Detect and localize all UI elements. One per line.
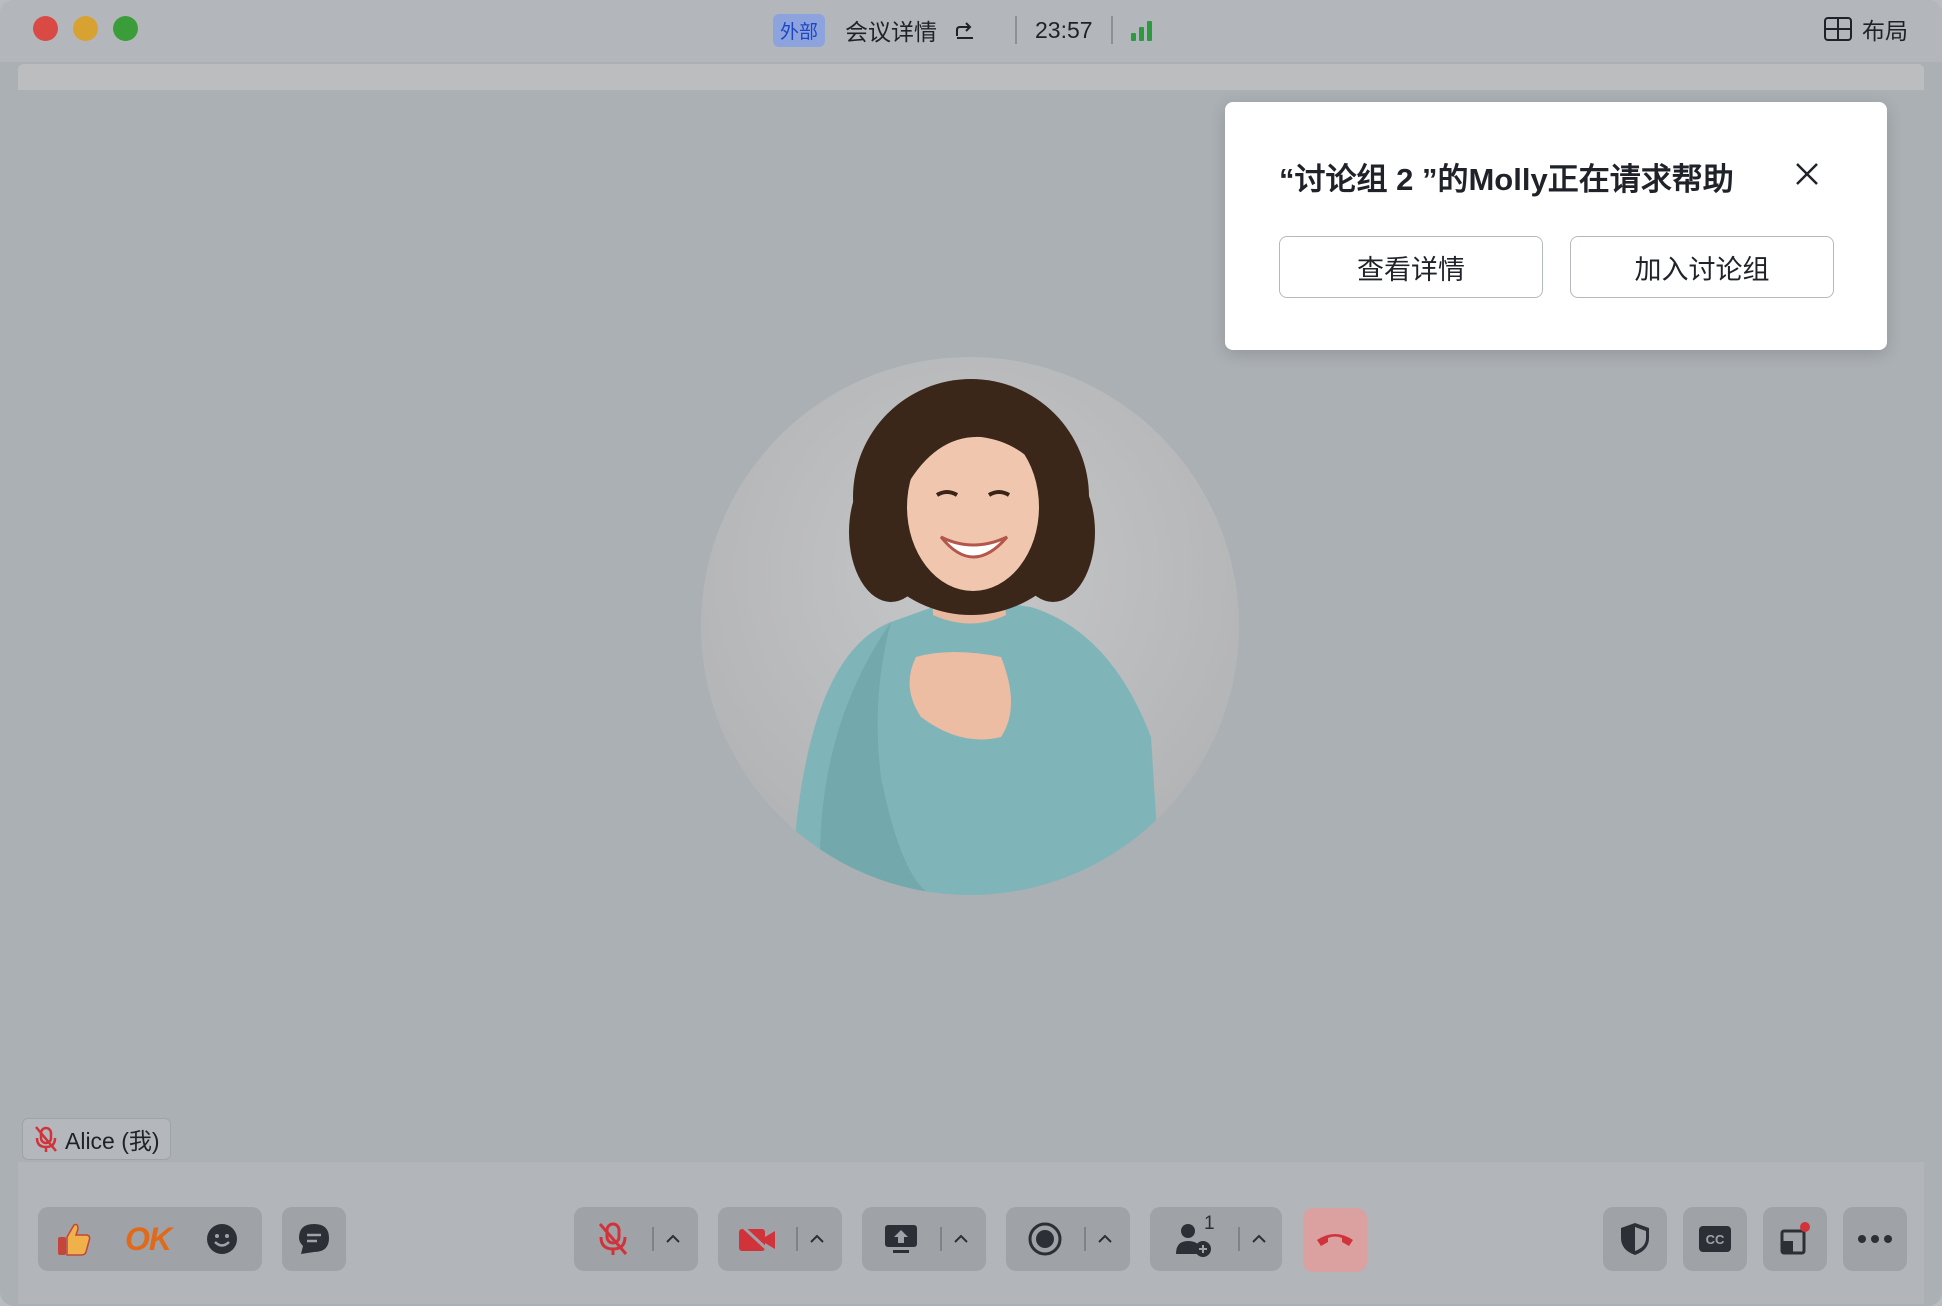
chevron-up-icon — [1098, 1234, 1112, 1243]
emoji-icon — [207, 1224, 237, 1254]
chat-group — [282, 1207, 346, 1271]
meeting-timer: 23:57 — [1035, 16, 1093, 43]
top-strip — [18, 64, 1924, 90]
participants-group: 1 — [1150, 1207, 1282, 1271]
window-layout-button[interactable] — [1763, 1207, 1827, 1271]
share-screen-icon — [885, 1225, 917, 1253]
emoji-button[interactable] — [186, 1207, 258, 1271]
hang-up-button[interactable] — [1303, 1208, 1367, 1272]
meeting-details-link[interactable]: 会议详情 — [845, 13, 937, 47]
captions-button[interactable]: CC — [1683, 1207, 1747, 1271]
minimize-window-button[interactable] — [73, 16, 98, 41]
chevron-up-icon — [1252, 1234, 1266, 1243]
chevron-up-icon — [810, 1234, 824, 1243]
thumbs-up-button[interactable] — [38, 1207, 110, 1271]
record-group — [1006, 1207, 1130, 1271]
participant-avatar — [701, 357, 1239, 895]
mic-group — [574, 1207, 698, 1271]
layout-button[interactable]: 布局 — [1824, 12, 1908, 46]
mute-toggle-button[interactable] — [574, 1207, 652, 1271]
participants-button[interactable]: 1 — [1150, 1207, 1238, 1271]
close-icon[interactable] — [1793, 160, 1821, 188]
camera-off-icon — [739, 1223, 775, 1255]
svg-text:CC: CC — [1706, 1232, 1725, 1247]
meeting-info: 外部 会议详情 23:57 — [773, 12, 1152, 48]
help-request-popup: “讨论组 2 ”的Molly正在请求帮助 查看详情 加入讨论组 — [1225, 102, 1887, 350]
camera-toggle-button[interactable] — [718, 1207, 796, 1271]
record-icon — [1028, 1222, 1062, 1256]
camera-options-button[interactable] — [796, 1207, 838, 1271]
captions-icon: CC — [1699, 1226, 1731, 1252]
layout-window-icon — [1780, 1222, 1810, 1255]
layout-label: 布局 — [1862, 18, 1908, 44]
title-bar: 外部 会议详情 23:57 布局 — [0, 0, 1942, 62]
divider — [1015, 16, 1018, 44]
view-details-button[interactable]: 查看详情 — [1279, 236, 1543, 298]
zoom-window-button[interactable] — [113, 16, 138, 41]
mic-muted-icon — [35, 1126, 57, 1152]
divider — [1110, 16, 1113, 44]
ok-reaction-button[interactable]: OK — [110, 1207, 186, 1271]
participant-name: Alice (我) — [65, 1128, 160, 1154]
ok-icon: OK — [125, 1220, 172, 1257]
join-group-button[interactable]: 加入讨论组 — [1570, 236, 1834, 298]
external-tag: 外部 — [773, 13, 826, 47]
chevron-up-icon — [666, 1234, 680, 1243]
camera-group — [718, 1207, 842, 1271]
more-icon — [1858, 1235, 1892, 1243]
record-options-button[interactable] — [1084, 1207, 1126, 1271]
mic-options-button[interactable] — [652, 1207, 694, 1271]
participant-count: 1 — [1204, 1213, 1215, 1234]
thumbs-up-icon — [58, 1223, 91, 1256]
close-window-button[interactable] — [33, 16, 58, 41]
chat-icon — [299, 1224, 329, 1254]
layout-grid-icon — [1824, 17, 1852, 41]
avatar-portrait — [791, 379, 1161, 895]
security-button[interactable] — [1603, 1207, 1667, 1271]
chevron-up-icon — [954, 1234, 968, 1243]
share-options-button[interactable] — [940, 1207, 982, 1271]
meeting-window: 外部 会议详情 23:57 布局 Alice (我) “讨论组 2 ”的Moll… — [0, 0, 1942, 1306]
help-request-message: “讨论组 2 ”的Molly正在请求帮助 — [1279, 162, 1734, 197]
record-button[interactable] — [1006, 1207, 1084, 1271]
participants-options-button[interactable] — [1238, 1207, 1280, 1271]
chat-button[interactable] — [282, 1207, 346, 1271]
more-button[interactable] — [1843, 1207, 1907, 1271]
hang-up-icon — [1317, 1234, 1353, 1246]
reactions-group: OK — [38, 1207, 262, 1271]
share-link-icon[interactable] — [953, 18, 977, 42]
security-icon — [1621, 1223, 1649, 1255]
share-group — [862, 1207, 986, 1271]
share-screen-button[interactable] — [862, 1207, 940, 1271]
mic-muted-icon — [598, 1222, 628, 1255]
participant-name-tag: Alice (我) — [22, 1118, 171, 1160]
network-signal-icon[interactable] — [1130, 19, 1152, 41]
